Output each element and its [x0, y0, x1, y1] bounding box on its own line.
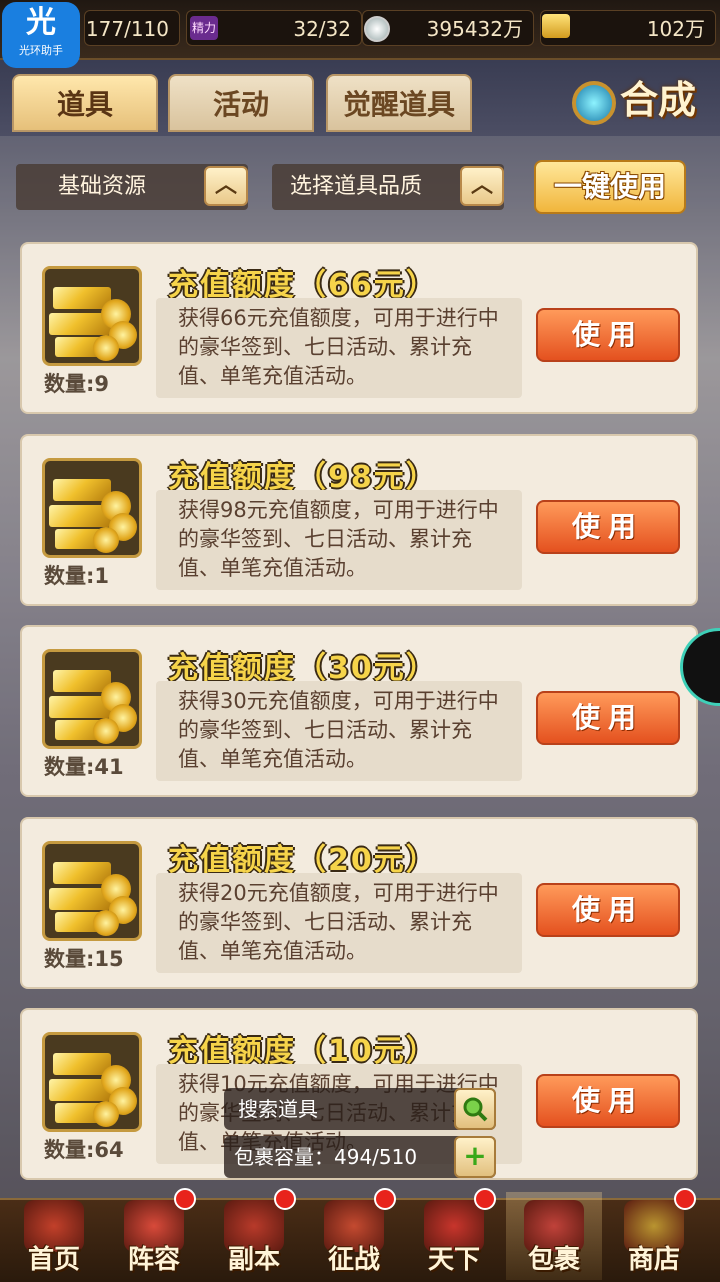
- synthesis-label: 合成: [620, 78, 697, 122]
- item-card: 数量:9 充值额度（66元） 获得66元充值额度，可用于进行中的豪华签到、七日活…: [20, 242, 698, 414]
- item-quantity: 数量:9: [44, 372, 110, 396]
- tab-activity[interactable]: 活动: [168, 74, 314, 132]
- item-card: 数量:41 充值额度（30元） 获得30元充值额度，可用于进行中的豪华签到、七日…: [20, 625, 698, 797]
- notification-dot: [674, 1188, 696, 1210]
- item-quantity: 数量:64: [44, 1138, 124, 1162]
- nav-label: 副本: [227, 1245, 280, 1275]
- item-description: 获得30元充值额度，可用于进行中的豪华签到、七日活动、累计充值、单笔充值活动。: [156, 681, 522, 781]
- notification-dot: [174, 1188, 196, 1210]
- nav-label: 商店: [627, 1245, 680, 1275]
- search-icon[interactable]: [454, 1088, 496, 1130]
- nav-label: 天下: [427, 1245, 480, 1275]
- nav-bag[interactable]: 包裹: [506, 1192, 602, 1280]
- notification-dot: [274, 1188, 296, 1210]
- resource-bar: 177/110 32/32 精力 395432万 102万: [0, 0, 720, 60]
- item-quantity: 数量:41: [44, 755, 124, 779]
- category-dropdown[interactable]: 基础资源 ︿: [16, 164, 248, 210]
- one-key-use-button[interactable]: 一键使用: [534, 160, 686, 214]
- chevron-up-icon[interactable]: ︿: [460, 166, 504, 206]
- chevron-up-icon[interactable]: ︿: [204, 166, 248, 206]
- nav-dungeon[interactable]: 副本: [206, 1188, 302, 1280]
- item-description: 获得98元充值额度，可用于进行中的豪华签到、七日活动、累计充值、单笔充值活动。: [156, 490, 522, 590]
- tab-awaken-items[interactable]: 觉醒道具: [326, 74, 472, 132]
- nav-lineup[interactable]: 阵容: [106, 1188, 202, 1280]
- nav-label: 阵容: [127, 1245, 180, 1275]
- nav-world[interactable]: 天下: [406, 1188, 502, 1280]
- gold-bars-icon[interactable]: [42, 1032, 142, 1132]
- quality-dropdown[interactable]: 选择道具品质 ︿: [272, 164, 504, 210]
- use-button[interactable]: 使用: [536, 500, 680, 554]
- nav-label: 首页: [27, 1245, 80, 1275]
- quality-dropdown-label: 选择道具品质: [290, 174, 423, 199]
- notification-dot: [474, 1188, 496, 1210]
- item-description: 获得20元充值额度，可用于进行中的豪华签到、七日活动、累计充值、单笔充值活动。: [156, 873, 522, 973]
- assistant-badge-label: 光环助手: [19, 44, 63, 57]
- gold-ingot-icon: [542, 14, 570, 38]
- nav-label: 征战: [327, 1245, 380, 1275]
- assistant-badge[interactable]: 光 光环助手: [2, 2, 80, 68]
- gold-bars-icon[interactable]: [42, 266, 142, 366]
- plus-icon[interactable]: +: [454, 1136, 496, 1178]
- use-button[interactable]: 使用: [536, 883, 680, 937]
- synthesis-button[interactable]: 合成: [572, 70, 708, 130]
- nav-campaign[interactable]: 征战: [306, 1188, 402, 1280]
- search-items-label: 搜索道具: [238, 1097, 318, 1121]
- item-card: 数量:1 充值额度（98元） 获得98元充值额度，可用于进行中的豪华签到、七日活…: [20, 434, 698, 606]
- nav-label: 包裹: [527, 1245, 580, 1275]
- use-button[interactable]: 使用: [536, 691, 680, 745]
- gold-bars-icon[interactable]: [42, 458, 142, 558]
- bag-capacity: 包裹容量：494/510 +: [224, 1136, 496, 1178]
- notification-dot: [374, 1188, 396, 1210]
- item-card: 数量:15 充值额度（20元） 获得20元充值额度，可用于进行中的豪华签到、七日…: [20, 817, 698, 989]
- assistant-badge-char: 光: [26, 5, 56, 40]
- category-dropdown-label: 基础资源: [58, 174, 147, 199]
- item-quantity: 数量:15: [44, 947, 124, 971]
- search-items[interactable]: 搜索道具: [224, 1088, 496, 1130]
- tab-items[interactable]: 道具: [12, 74, 158, 132]
- gem-icon: [572, 80, 616, 125]
- gold-bars-icon[interactable]: [42, 841, 142, 941]
- silver-coin-icon: [364, 16, 390, 42]
- item-description: 获得66元充值额度，可用于进行中的豪华签到、七日活动、累计充值、单笔充值活动。: [156, 298, 522, 398]
- gold-bars-icon[interactable]: [42, 649, 142, 749]
- nav-home[interactable]: 首页: [6, 1192, 102, 1280]
- jingli-icon: 精力: [190, 16, 218, 40]
- use-button[interactable]: 使用: [536, 308, 680, 362]
- nav-shop[interactable]: 商店: [606, 1188, 702, 1280]
- bag-capacity-label: 包裹容量：494/510: [234, 1145, 418, 1169]
- item-quantity: 数量:1: [44, 564, 110, 588]
- use-button[interactable]: 使用: [536, 1074, 680, 1128]
- stamina-value: 177/110: [84, 10, 180, 46]
